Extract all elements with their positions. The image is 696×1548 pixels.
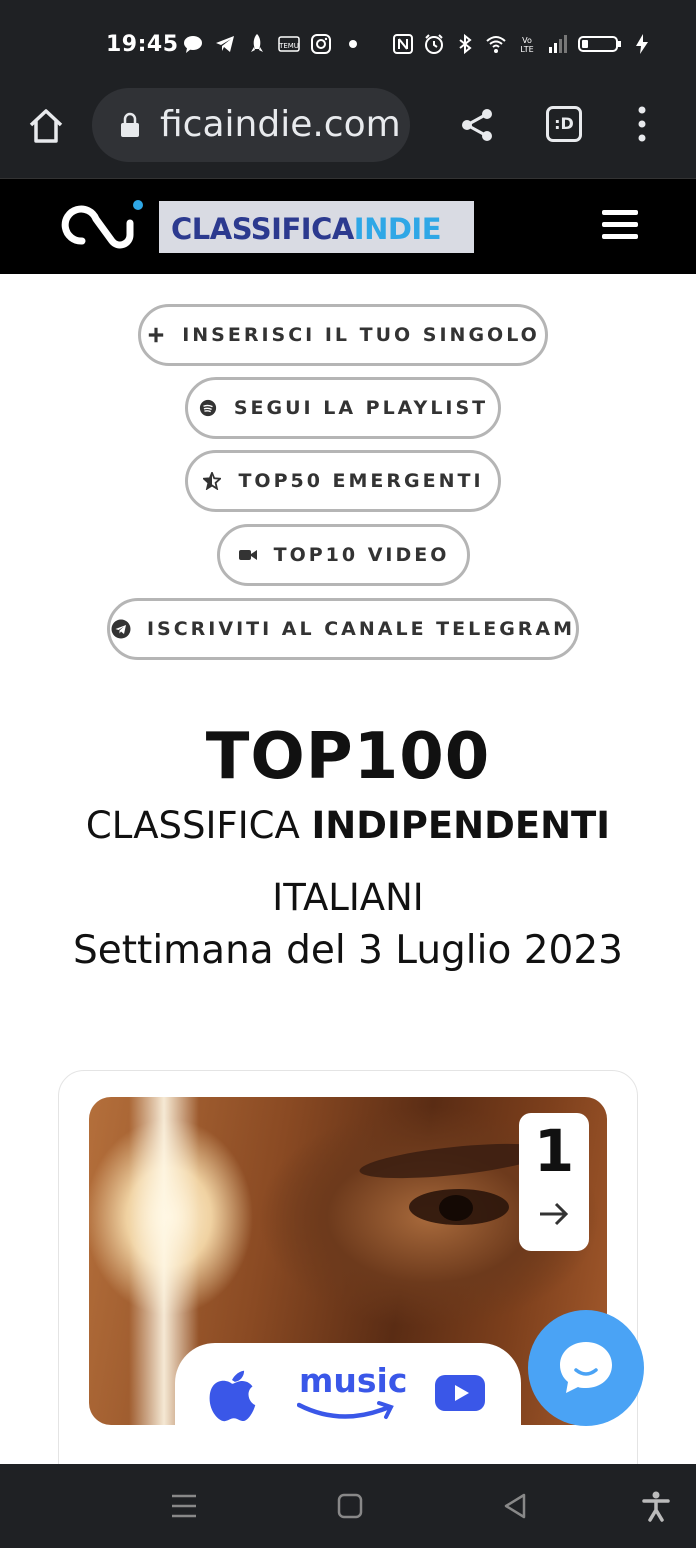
page-subtitle: CLASSIFICA INDIPENDENTI [0,804,696,847]
streaming-links: music [175,1343,521,1453]
chat-widget-button[interactable] [528,1310,644,1426]
alarm-icon [423,33,445,55]
browser-toolbar: ficaindie.com :D [0,88,696,178]
rank-number: 1 [533,1117,575,1185]
home-nav-icon[interactable] [334,1490,366,1522]
recents-icon[interactable] [168,1490,200,1522]
svg-text:LTE: LTE [520,45,533,54]
charging-icon [631,33,653,55]
chat-bubble-icon [560,1342,612,1393]
logo-text-classifica: CLASSIFICA [171,212,354,246]
system-icons: Vo LTE [392,33,653,55]
telegram-channel-label: ISCRIVITI AL CANALE TELEGRAM [146,618,576,640]
site-header: CLASSIFICAINDIE [0,178,696,274]
lock-icon [120,112,140,138]
page-title: TOP100 [205,720,491,794]
notification-icons: TEMU [182,33,364,55]
hamburger-menu-icon[interactable] [602,210,638,242]
logo-mark-icon[interactable] [60,197,148,257]
insert-single-button[interactable]: INSERISCI IL TUO SINGOLO [138,304,548,366]
dot-icon [342,33,364,55]
svg-text:TEMU: TEMU [278,42,299,50]
star-icon [202,471,222,491]
insert-single-label: INSERISCI IL TUO SINGOLO [182,324,540,346]
arrow-right-icon [537,1199,571,1229]
temu-icon: TEMU [278,33,300,55]
signal-icon [547,33,569,55]
telegram-channel-button[interactable]: ISCRIVITI AL CANALE TELEGRAM [107,598,579,660]
svg-text:Vo: Vo [522,36,532,45]
rank-badge[interactable]: 1 [519,1113,589,1251]
subtitle-indipendenti: INDIPENDENTI [311,804,611,847]
top10-video-label: TOP10 VIDEO [273,544,450,566]
subtitle-classifica: CLASSIFICA [85,804,312,847]
week-label: Settimana del 3 Luglio 2023 [73,928,623,973]
telegram-icon [111,619,131,639]
follow-playlist-label: SEGUI LA PLAYLIST [233,397,489,419]
home-icon[interactable] [26,106,66,146]
follow-playlist-button[interactable]: SEGUI LA PLAYLIST [185,377,501,439]
top10-video-button[interactable]: TOP10 VIDEO [217,524,470,586]
accessibility-icon[interactable] [640,1490,672,1522]
more-options-icon[interactable] [632,104,652,144]
nfc-icon [392,33,414,55]
amazon-music-icon[interactable]: music [297,1361,407,1427]
logo-wordmark[interactable]: CLASSIFICAINDIE [159,201,474,253]
spotify-icon [198,398,218,418]
tabs-button[interactable]: :D [546,106,582,142]
rocket-icon [246,33,268,55]
telegram-icon [214,33,236,55]
top50-emerging-button[interactable]: TOP50 EMERGENTI [185,450,501,512]
apple-music-icon[interactable] [205,1363,263,1429]
status-bar: 19:45 TEMU Vo LTE [0,0,696,88]
youtube-icon[interactable] [433,1373,487,1413]
system-nav-bar [0,1464,696,1548]
url-text: ficaindie.com [160,104,400,145]
wifi-icon [485,33,507,55]
page-subtitle-italiani: ITALIANI [272,876,424,919]
share-icon[interactable] [458,106,496,144]
logo-text: CLASSIFICAINDIE [171,212,442,246]
back-icon[interactable] [500,1490,532,1522]
logo-text-indie: INDIE [353,212,442,246]
battery-icon [578,33,622,55]
volte-icon: Vo LTE [516,33,538,55]
top50-emerging-label: TOP50 EMERGENTI [238,470,484,492]
status-time: 19:45 [106,32,179,57]
instagram-icon [310,33,332,55]
chat-bubble-icon [182,33,204,55]
video-camera-icon [238,545,258,565]
bluetooth-icon [454,33,476,55]
amazon-music-label: music [299,1361,408,1400]
page-content: INSERISCI IL TUO SINGOLO SEGUI LA PLAYLI… [0,274,696,1464]
address-bar[interactable]: ficaindie.com [92,88,410,162]
plus-icon [146,325,166,345]
